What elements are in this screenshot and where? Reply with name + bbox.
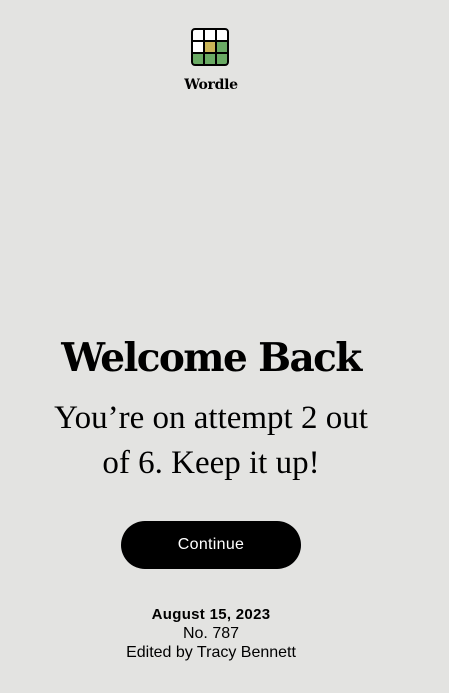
puzzle-number: No. 787 bbox=[182, 625, 240, 642]
welcome-title: Welcome Back bbox=[61, 335, 362, 381]
wordle-logo-icon bbox=[191, 28, 229, 66]
logo-tile bbox=[193, 42, 203, 52]
attempt-message: You’re on attempt 2 out of 6. Keep it up… bbox=[18, 396, 404, 486]
puzzle-info: August 15, 2023 No. 787 Edited by Tracy … bbox=[0, 605, 422, 662]
puzzle-date: August 15, 2023 bbox=[151, 606, 271, 623]
app-name: Wordle bbox=[184, 77, 238, 93]
logo-tile bbox=[205, 30, 215, 40]
continue-button[interactable]: Continue bbox=[121, 521, 301, 569]
logo-tile-correct bbox=[217, 54, 227, 64]
logo-tile-correct bbox=[193, 54, 203, 64]
attempt-message-line-2: of 6. Keep it up! bbox=[102, 445, 320, 481]
logo-tile bbox=[193, 30, 203, 40]
logo-tile-correct bbox=[217, 42, 227, 52]
logo-tile bbox=[217, 30, 227, 40]
logo-tile-correct bbox=[205, 54, 215, 64]
attempt-message-line-1: You’re on attempt 2 out bbox=[54, 400, 368, 436]
puzzle-editor: Edited by Tracy Bennett bbox=[126, 644, 296, 661]
logo-tile-present bbox=[205, 42, 215, 52]
